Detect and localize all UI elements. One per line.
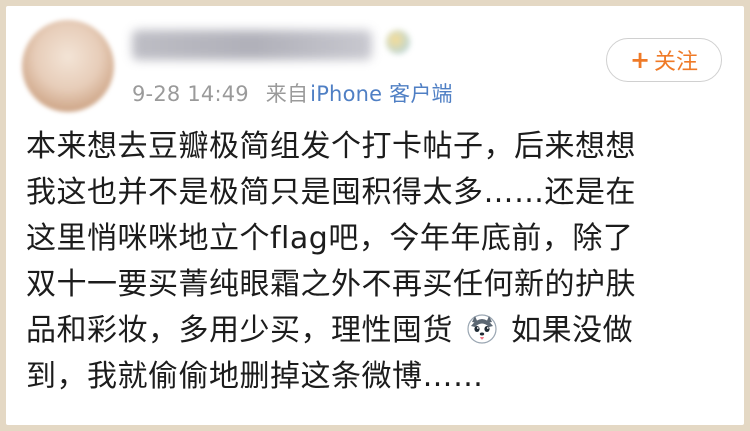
husky-face-icon (467, 314, 497, 344)
post-text-line: 这里悄咪咪地立个flag吧，今年年底前，除了 (26, 221, 634, 256)
post-text-line: 我这也并不是极简只是囤积得太多……还是在 (26, 175, 636, 210)
post-text-line-with-emoji: 品和彩妆，多用少买，理性囤货 如果没做 (26, 308, 726, 354)
username-blurred[interactable] (132, 30, 372, 60)
post-source-device[interactable]: iPhone 客户端 (310, 82, 453, 106)
post-source-prefix: 来自 (265, 82, 309, 106)
post-meta: 9-28 14:49 来自iPhone 客户端 (132, 78, 453, 108)
avatar[interactable] (22, 20, 114, 112)
follow-button-label: 关注 (654, 50, 699, 75)
post-text-segment: 如果没做 (511, 313, 634, 348)
weibo-post-card: 9-28 14:49 来自iPhone 客户端 + 关注 本来想去豆瓣极简组发个… (6, 6, 744, 425)
user-badge-icon (386, 30, 410, 54)
post-content: 本来想去豆瓣极简组发个打卡帖子，后来想想 我这也并不是极简只是囤积得太多……还是… (26, 124, 726, 400)
post-text-line: 到，我就偷偷地删掉这条微博…… (26, 359, 484, 394)
post-text-line: 本来想去豆瓣极简组发个打卡帖子，后来想想 (26, 129, 636, 164)
screenshot-frame: 9-28 14:49 来自iPhone 客户端 + 关注 本来想去豆瓣极简组发个… (0, 0, 750, 431)
plus-icon: + (629, 46, 651, 74)
follow-button[interactable]: + 关注 (606, 38, 722, 82)
post-timestamp: 9-28 14:49 (132, 82, 249, 106)
post-text-segment: 品和彩妆，多用少买，理性囤货 (26, 313, 453, 348)
post-text-line: 双十一要买菁纯眼霜之外不再买任何新的护肤 (26, 267, 636, 302)
